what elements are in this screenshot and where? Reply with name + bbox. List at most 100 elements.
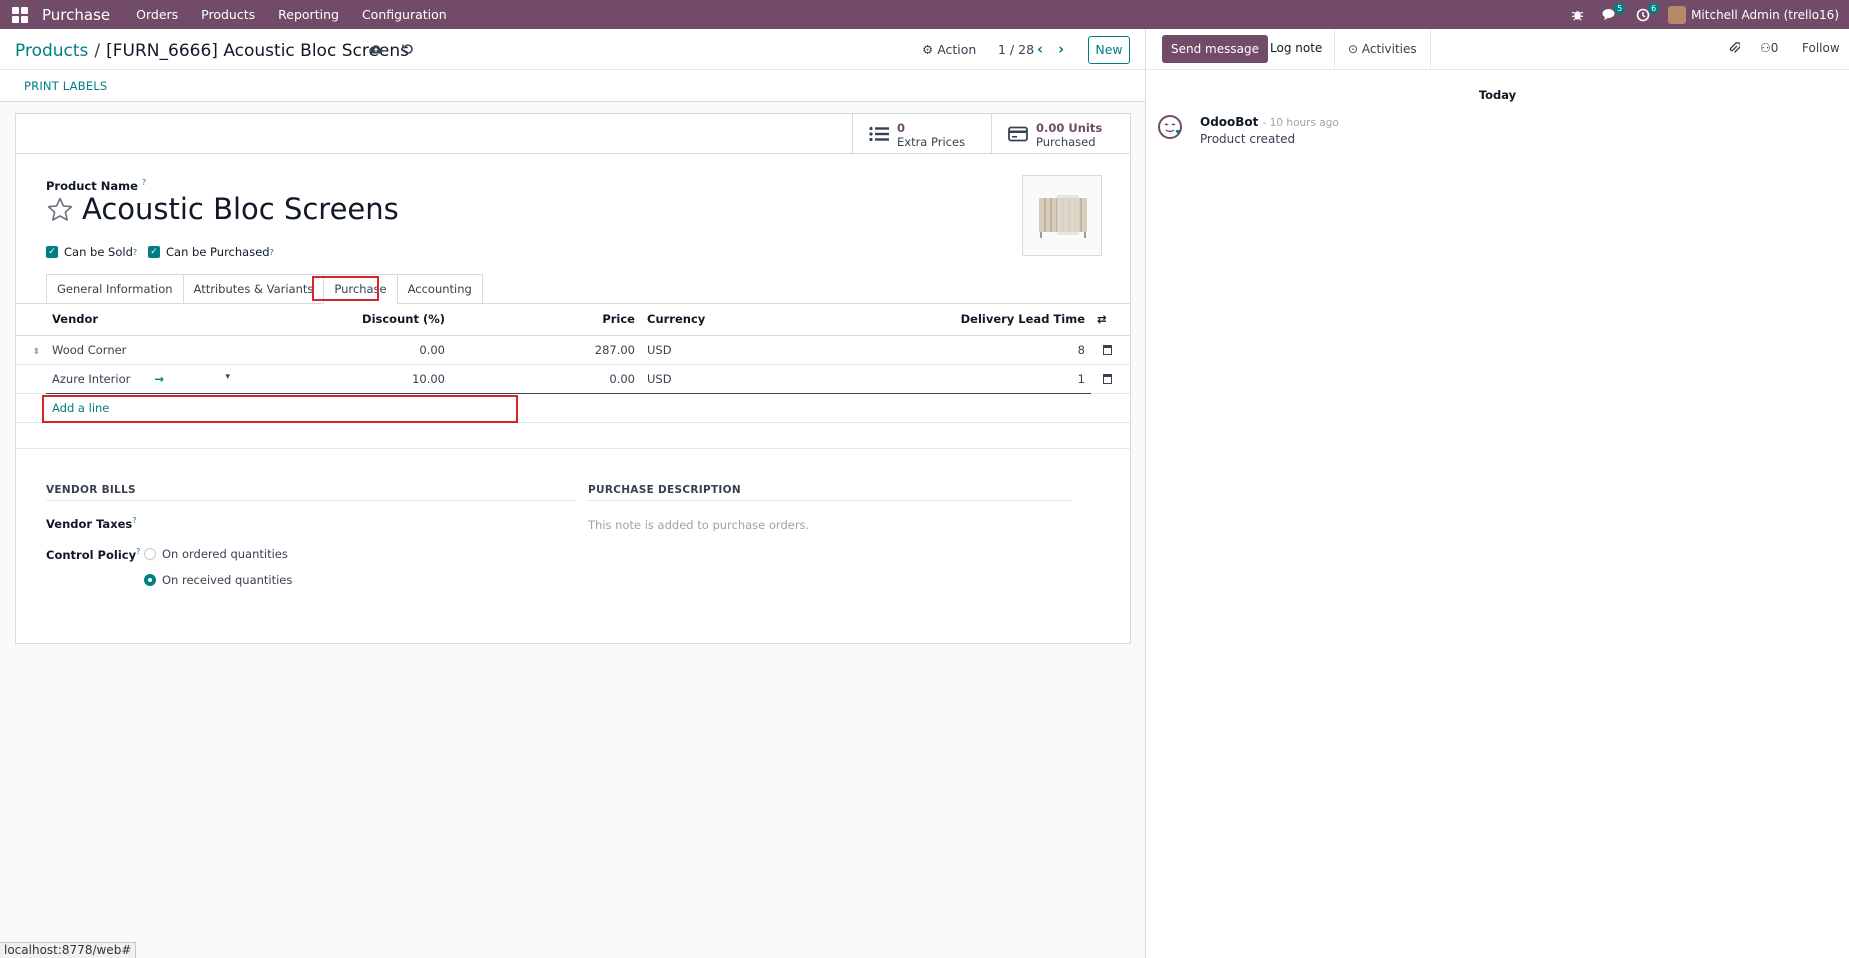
column-price[interactable]: Price [451,304,641,336]
menu-reporting[interactable]: Reporting [278,7,339,22]
section-divider [46,500,576,501]
radio-received-quantities[interactable]: On received quantities [144,573,292,587]
table-row[interactable]: Azure Interior ▾ → 10.00 0.00 USD 1 [16,364,1130,394]
action-menu[interactable]: ⚙ Action [922,42,976,57]
trash-icon[interactable] [1103,374,1112,384]
vendor-input[interactable]: Azure Interior ▾ → [46,364,236,394]
control-panel: Products / [FURN_6666] Acoustic Bloc Scree… [0,29,1145,70]
log-note-button[interactable]: Log note [1270,41,1322,55]
acoustic-screen-image [1039,195,1087,238]
vendor-cell[interactable]: Wood Corner [46,335,236,365]
purchase-description-input[interactable]: This note is added to purchase orders. [588,518,809,532]
activities-badge: 6 [1648,2,1660,14]
gear-icon: ⚙ [922,42,934,57]
tab-accounting[interactable]: Accounting [396,274,483,304]
message-body: Product created [1200,132,1296,146]
table-row[interactable]: ⬍ Wood Corner 0.00 287.00 USD 8 [16,335,1130,365]
highlight-edited-row [42,395,518,423]
column-currency[interactable]: Currency [641,304,901,336]
pager-next-icon[interactable]: › [1058,40,1064,58]
product-name-label: Product Name ? [46,178,147,193]
extra-prices-button[interactable]: 0 Extra Prices [852,114,991,153]
discount-input[interactable]: 10.00 [236,364,451,394]
top-navbar: Purchase Orders Products Reporting Confi… [0,0,1849,29]
debug-bug-icon[interactable] [1571,8,1584,21]
lead-time-input[interactable]: 1 [901,364,1091,394]
breadcrumb: Products / [FURN_6666] Acoustic Bloc Scree… [15,41,410,61]
breadcrumb-products[interactable]: Products [15,41,88,61]
followers-button[interactable]: ⚇0 [1760,41,1778,55]
currency-input[interactable]: USD [641,364,901,394]
clock-icon: ⊙ [1348,42,1359,56]
app-name[interactable]: Purchase [42,6,110,24]
user-name: Mitchell Admin (trello16) [1691,7,1839,22]
currency-cell[interactable]: USD [641,335,901,365]
product-image[interactable] [1022,175,1102,256]
column-discount[interactable]: Discount (%) [236,304,451,336]
vendor-bills-title: VENDOR BILLS [46,484,136,496]
user-menu[interactable]: Mitchell Admin (trello16) [1668,5,1839,24]
can-be-purchased-checkbox[interactable]: ✓ Can be Purchased? [148,245,274,259]
purchase-description-title: PURCHASE DESCRIPTION [588,484,741,496]
favorite-star-icon[interactable] [46,196,74,224]
form-button-box: PRINT LABELS [0,70,1145,102]
print-labels-button[interactable]: PRINT LABELS [24,79,107,93]
discard-undo-icon[interactable] [402,43,414,59]
credit-card-icon [1008,126,1028,142]
dropdown-caret-icon[interactable]: ▾ [225,372,230,382]
product-name-field[interactable]: Acoustic Bloc Screens [82,192,399,226]
tab-general-information[interactable]: General Information [46,274,183,304]
follow-button[interactable]: Follow [1802,41,1840,55]
date-separator: Today [1478,88,1517,102]
list-icon [869,126,889,142]
new-button[interactable]: New [1088,36,1130,64]
column-delivery-lead-time[interactable]: Delivery Lead Time [901,304,1091,336]
price-cell[interactable]: 287.00 [451,335,641,365]
radio-on-icon [144,574,156,586]
column-vendor[interactable]: Vendor [46,304,236,336]
can-be-sold-checkbox[interactable]: ✓ Can be Sold? [46,245,137,259]
attachment-paperclip-icon[interactable] [1728,41,1741,59]
drag-handle-icon[interactable]: ⬍ [32,347,40,357]
checkbox-checked-icon: ✓ [148,246,160,258]
message-author: OdooBot - 10 hours ago [1200,115,1339,129]
activities-clock-icon[interactable]: 6 [1636,2,1660,22]
notebook-tabs: General Information Attributes & Variant… [46,274,483,304]
pager-value[interactable]: 1 / 28 [998,42,1034,57]
extra-prices-label: Extra Prices [897,135,966,149]
menu-products[interactable]: Products [201,7,255,22]
apps-menu-icon[interactable] [12,6,28,23]
price-input[interactable]: 0.00 [451,364,641,394]
person-icon: ⚇ [1760,41,1771,55]
discount-cell[interactable]: 0.00 [236,335,451,365]
odoobot-avatar-icon [1158,115,1182,139]
control-policy-label: Control Policy? [46,547,141,562]
messages-badge: 5 [1614,3,1626,14]
trash-icon[interactable] [1103,345,1112,355]
lead-time-cell[interactable]: 8 [901,335,1091,365]
menu-orders[interactable]: Orders [136,7,178,22]
menu-configuration[interactable]: Configuration [362,7,447,22]
extra-prices-value: 0 [897,121,906,135]
save-cloud-icon[interactable] [369,43,383,59]
radio-ordered-quantities[interactable]: On ordered quantities [144,547,288,561]
purchased-value: 0.00 Units [1036,121,1103,135]
optional-columns-icon[interactable]: ⇄ [1097,312,1107,326]
purchased-label: Purchased [1036,135,1096,149]
internal-link-arrow-icon[interactable]: → [154,372,164,386]
purchased-button[interactable]: 0.00 Units Purchased [991,114,1130,153]
pager-previous-icon[interactable]: ‹ [1037,40,1043,58]
activities-button[interactable]: ⊙ Activities [1334,29,1431,70]
messages-icon[interactable]: 5 [1602,3,1626,21]
message-time: - 10 hours ago [1262,117,1339,129]
chatter-panel: Send message Log note ⊙ Activities ⚇0 Fo… [1145,29,1849,958]
vendor-taxes-label: Vendor Taxes? [46,516,137,531]
product-form-sheet: 0 Extra Prices 0.00 Units Purchased Prod… [15,113,1131,644]
user-avatar [1668,5,1687,24]
tab-attributes-variants[interactable]: Attributes & Variants [182,274,324,304]
section-divider [588,500,1072,501]
smart-buttons: 0 Extra Prices 0.00 Units Purchased [16,114,1130,154]
vendor-pricelist-table: Vendor Discount (%) Price Currency Deliv… [16,304,1130,449]
send-message-button[interactable]: Send message [1162,35,1268,63]
breadcrumb-current: [FURN_6666] Acoustic Bloc Screens [106,41,410,61]
